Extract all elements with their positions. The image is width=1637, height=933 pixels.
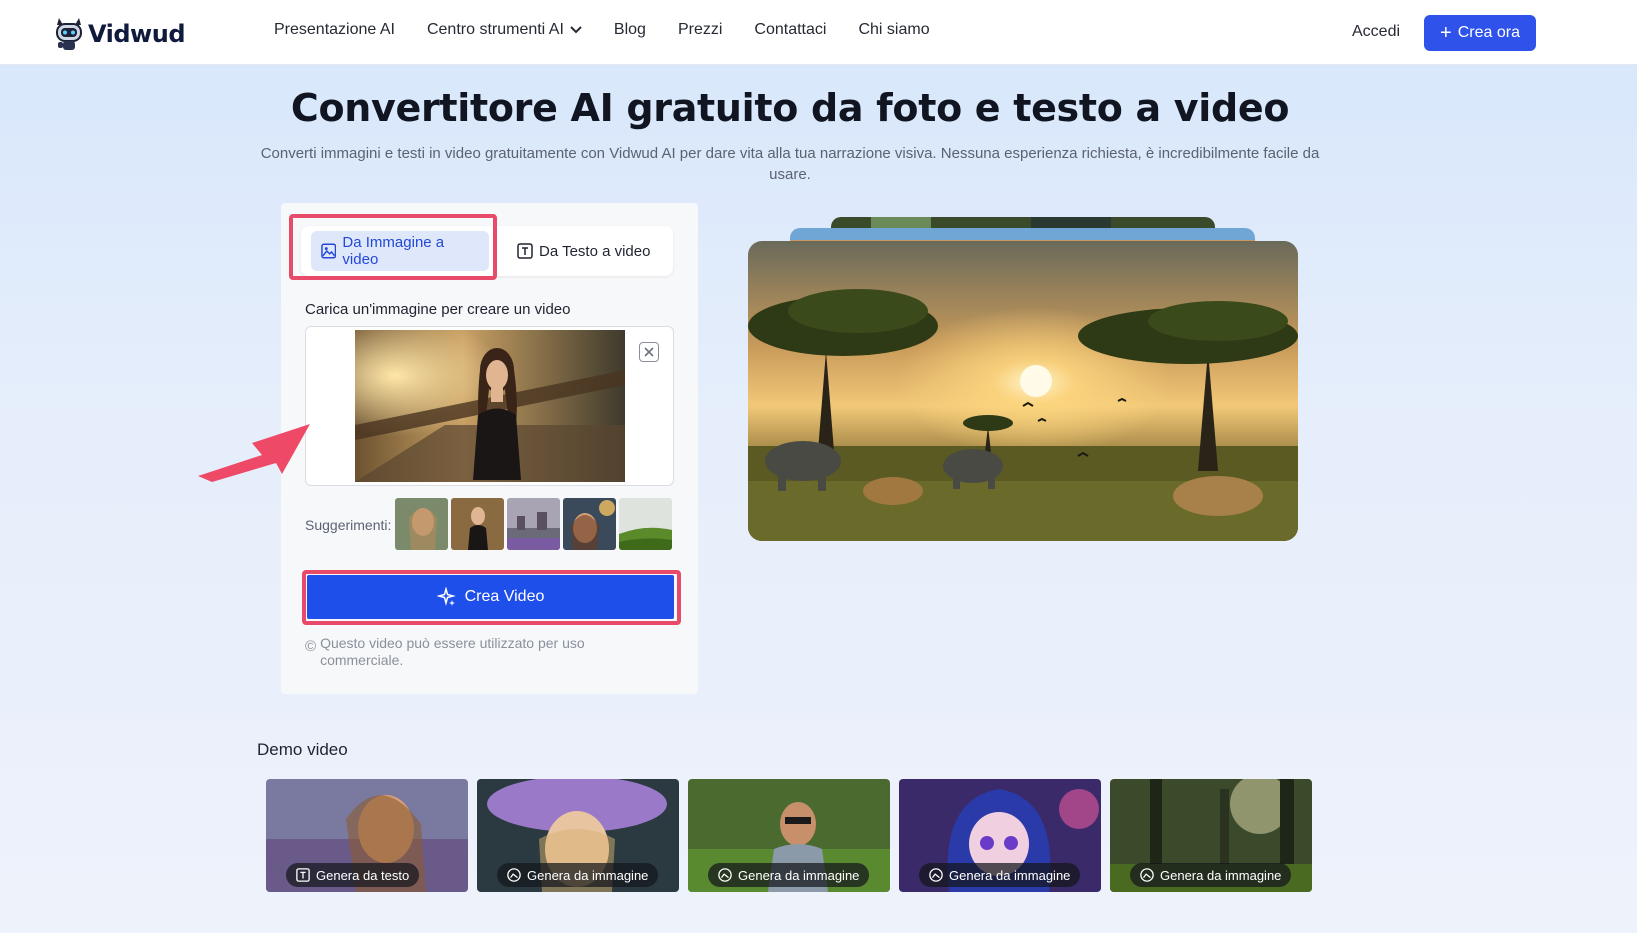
nav-item-blog[interactable]: Blog: [614, 21, 646, 39]
pointer-arrow-icon: [198, 424, 310, 482]
suggestion-thumbnail[interactable]: [619, 498, 672, 550]
tab-label: Da Testo a video: [539, 242, 651, 260]
demo-tag-label: Genera da testo: [316, 867, 410, 883]
tab-text-to-video[interactable]: Da Testo a video: [507, 231, 660, 271]
demo-card[interactable]: Genera da immagine: [1110, 779, 1312, 892]
nav-label: Contattaci: [754, 21, 827, 38]
plus-icon: +: [1440, 22, 1452, 44]
image-icon: [321, 243, 337, 259]
nav-item-presentazione[interactable]: Presentazione AI: [274, 21, 395, 39]
preview-image-savanna: [748, 241, 1298, 541]
nav-item-contattaci[interactable]: Contattaci: [754, 21, 826, 39]
suggestion-thumbnail[interactable]: [395, 498, 448, 550]
copyright-icon: ©: [305, 638, 317, 655]
image-icon: [507, 868, 521, 882]
create-video-label: Crea Video: [464, 588, 545, 605]
nav-label: Presentazione AI: [274, 21, 395, 38]
demo-tag: Genera da immagine: [497, 863, 659, 887]
image-icon: [929, 868, 943, 882]
demo-tag-label: Genera da immagine: [527, 867, 649, 883]
nav-label: Blog: [613, 21, 646, 38]
page-subtitle: Converti immagini e testi in video gratu…: [260, 145, 1320, 183]
text-icon: [517, 243, 533, 259]
demo-tag-label: Genera da immagine: [1160, 867, 1282, 883]
image-icon: [1140, 868, 1154, 882]
suggestions-label: Suggerimenti:: [305, 517, 392, 533]
page-title: Convertitore AI gratuito da foto e testo…: [290, 86, 1290, 130]
suggestion-thumbnail[interactable]: [563, 498, 616, 550]
demo-tag: Genera da testo: [286, 863, 420, 887]
demo-tag-label: Genera da immagine: [738, 867, 860, 883]
create-now-label: Crea ora: [1457, 24, 1520, 41]
suggestion-thumbnail[interactable]: [451, 498, 504, 550]
close-icon: [644, 347, 654, 357]
demo-tag-label: Genera da immagine: [949, 867, 1071, 883]
upload-label: Carica un'immagine per creare un video: [305, 301, 571, 318]
main-nav: Presentazione AI Centro strumenti AI Blo…: [274, 21, 962, 39]
demo-card[interactable]: Genera da testo: [266, 779, 468, 892]
image-icon: [718, 868, 732, 882]
nav-item-chi-siamo[interactable]: Chi siamo: [858, 21, 929, 39]
demo-card[interactable]: Genera da immagine: [477, 779, 679, 892]
demo-tag: Genera da immagine: [708, 863, 870, 887]
create-now-button[interactable]: + Crea ora: [1424, 15, 1536, 51]
uploaded-image: [355, 330, 625, 482]
nav-item-centro-strumenti[interactable]: Centro strumenti AI: [427, 21, 582, 39]
suggestion-thumbnail[interactable]: [507, 498, 560, 550]
tab-image-to-video[interactable]: Da Immagine a video: [311, 231, 489, 271]
demo-section-title: Demo video: [257, 740, 348, 759]
demo-tag: Genera da immagine: [919, 863, 1081, 887]
nav-label: Centro strumenti AI: [426, 21, 564, 38]
chevron-down-icon: [570, 26, 582, 34]
remove-image-button[interactable]: [639, 342, 659, 362]
demo-card[interactable]: Genera da immagine: [688, 779, 890, 892]
text-icon: [296, 868, 310, 882]
nav-label: Chi siamo: [858, 21, 930, 38]
nav-item-prezzi[interactable]: Prezzi: [678, 21, 722, 39]
tab-label: Da Immagine a video: [342, 234, 445, 268]
note-text: Questo video può essere utilizzato per u…: [320, 635, 585, 668]
brand-name: Vidwud: [88, 20, 186, 48]
sparkle-icon: [436, 587, 456, 606]
demo-tag: Genera da immagine: [1130, 863, 1292, 887]
demo-card[interactable]: Genera da immagine: [899, 779, 1101, 892]
robot-mascot-icon: [56, 18, 82, 50]
top-navigation-bar: Vidwud Presentazione AI Centro strumenti…: [0, 0, 1637, 65]
nav-label: Prezzi: [677, 21, 723, 38]
commercial-use-note: © Questo video può essere utilizzato per…: [305, 635, 625, 669]
mode-tabs: Da Immagine a video Da Testo a video: [301, 226, 673, 276]
brand-logo[interactable]: Vidwud: [54, 14, 186, 54]
login-link[interactable]: Accedi: [1352, 23, 1400, 41]
create-video-button[interactable]: Crea Video: [307, 575, 674, 619]
